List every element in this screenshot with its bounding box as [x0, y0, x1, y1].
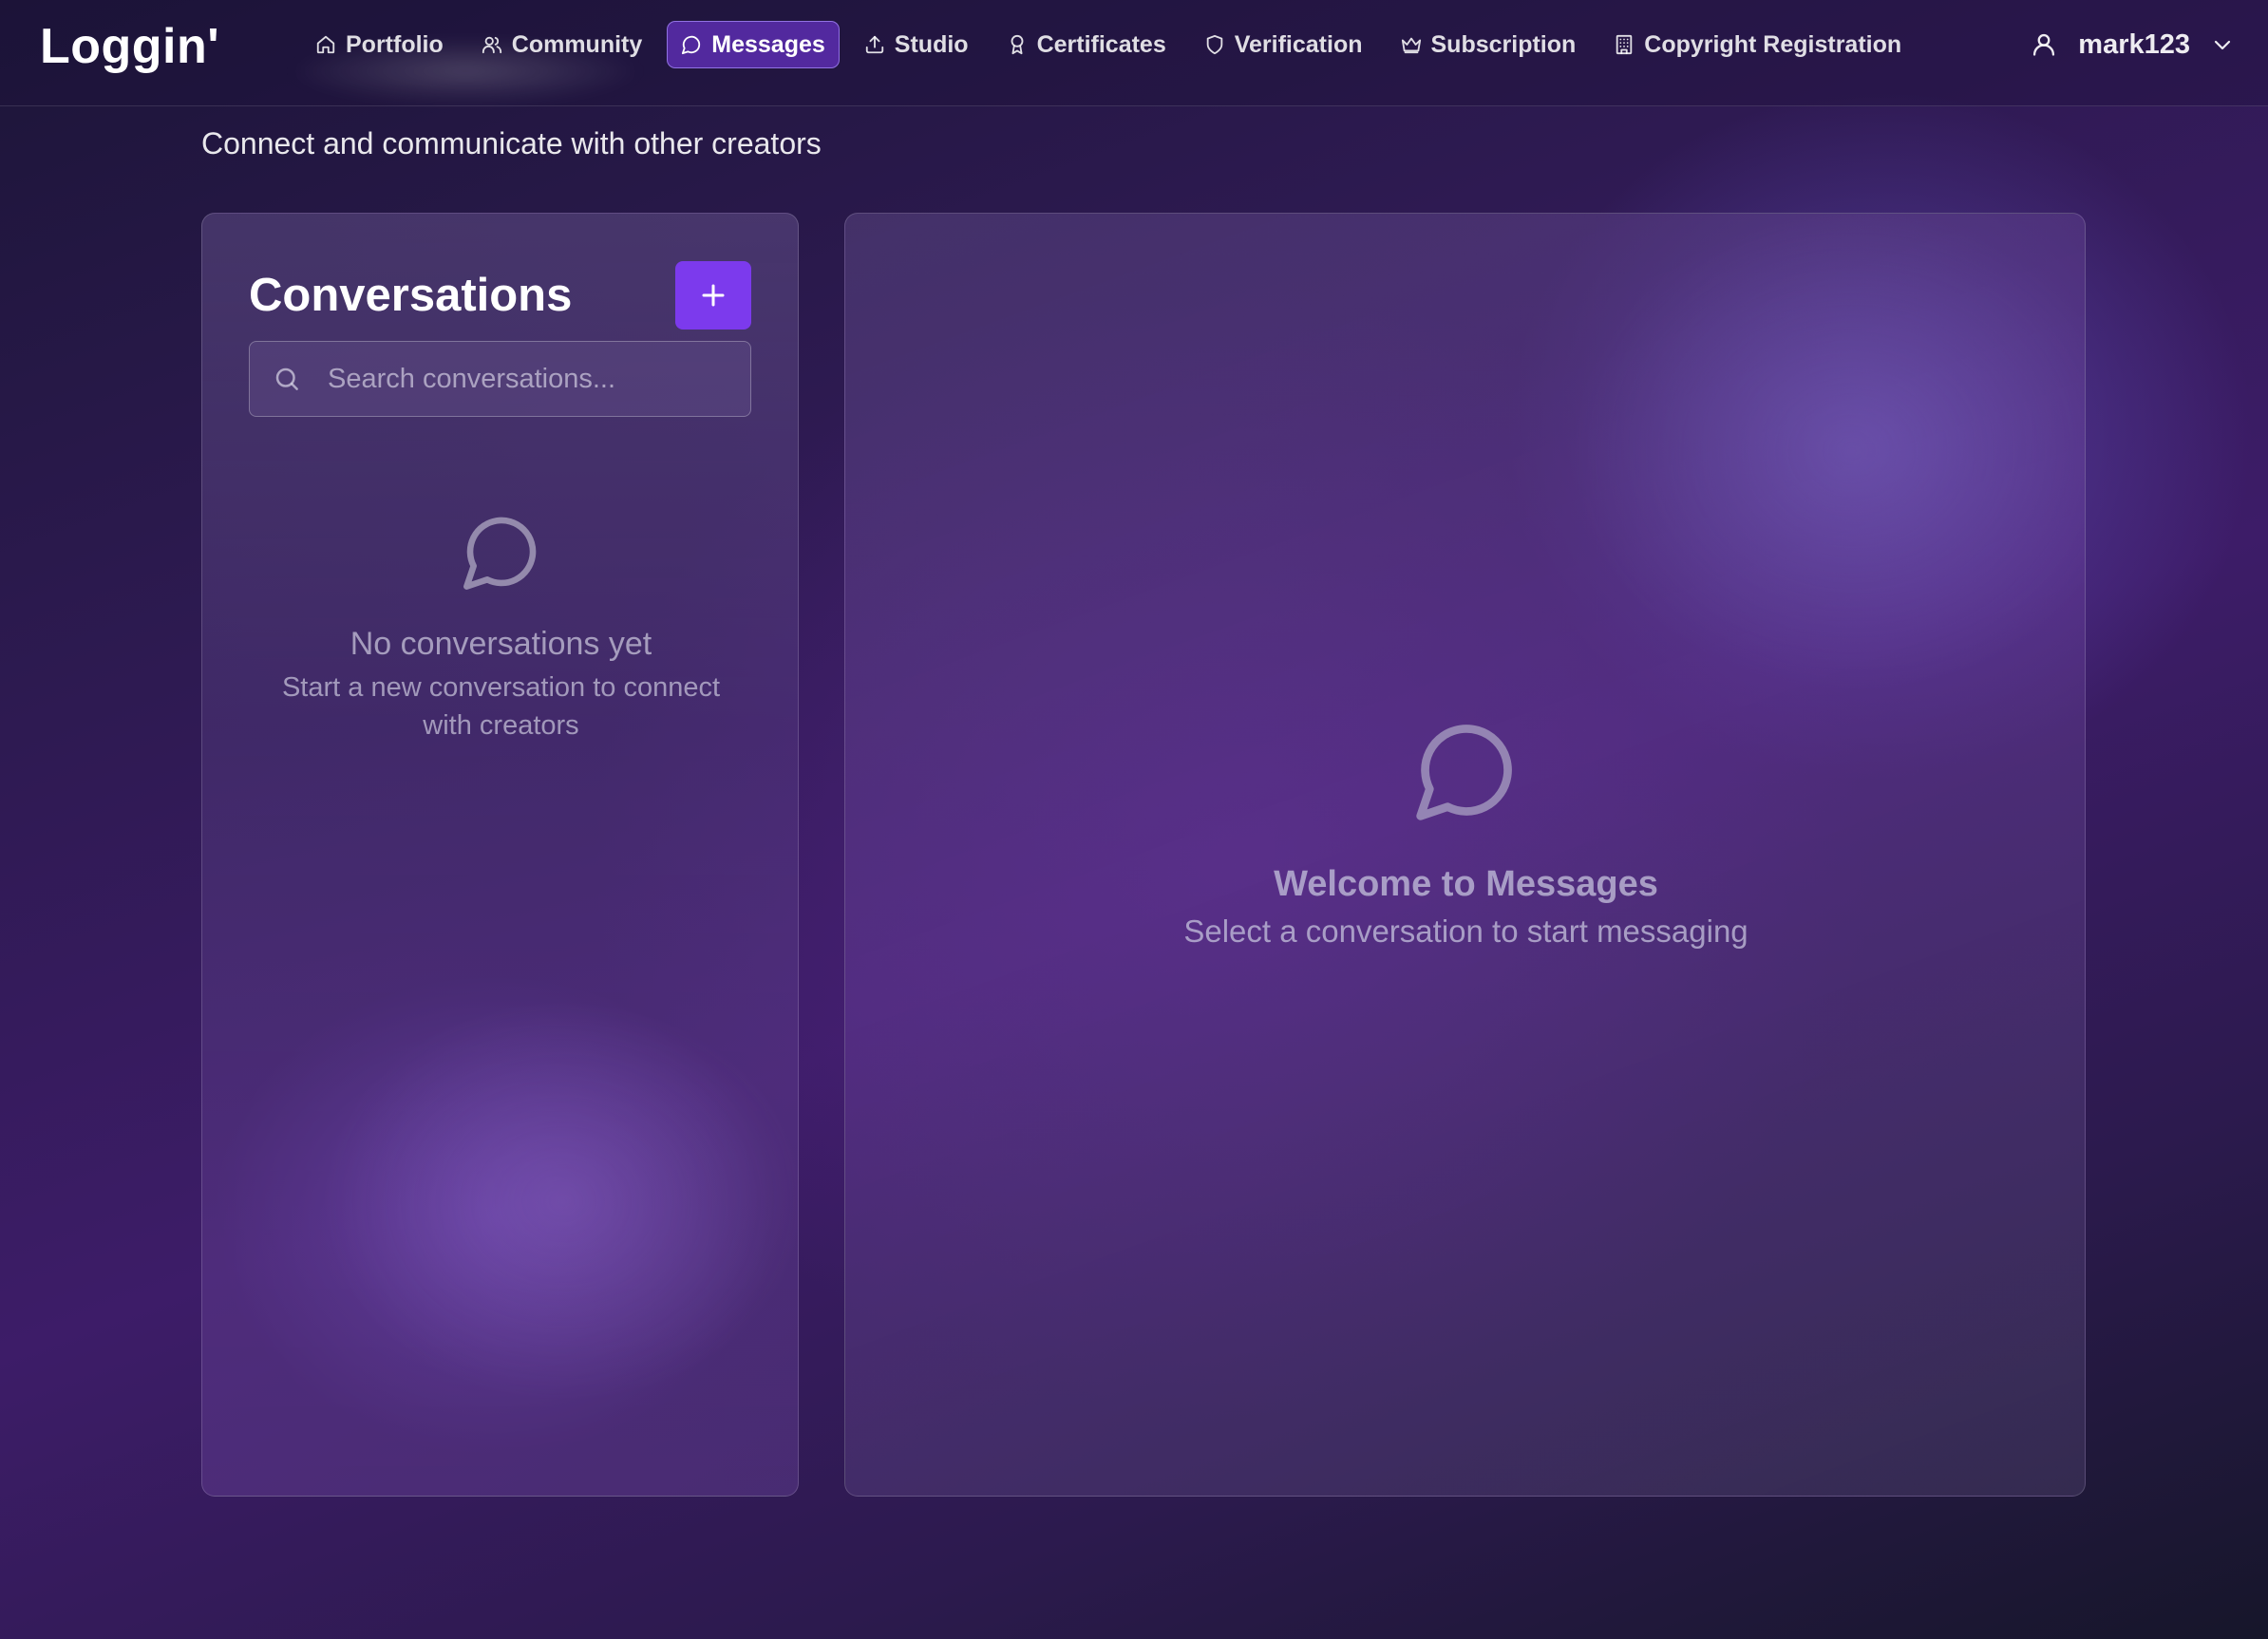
nav-item-community[interactable]: Community [468, 21, 656, 68]
conversations-panel: Conversations No conversations yet Start… [201, 213, 799, 1497]
chat-welcome-state: Welcome to Messages Select a conversatio… [845, 715, 2085, 953]
award-icon [1011, 34, 1023, 55]
nav-item-certificates[interactable]: Certificates [993, 21, 1180, 68]
message-circle-icon [1415, 725, 1512, 820]
nav-item-verification[interactable]: Verification [1191, 21, 1376, 68]
message-circle-icon [682, 35, 701, 55]
conversations-title: Conversations [249, 270, 573, 321]
nav-item-label: Certificates [1036, 30, 1166, 58]
username: mark123 [2078, 28, 2190, 60]
nav-item-label: Verification [1234, 30, 1363, 58]
main-nav: Portfolio Community Messages Studio Cert… [302, 21, 1926, 68]
user-menu[interactable]: mark123 [2031, 21, 2234, 68]
nav-item-label: Copyright Registration [1644, 30, 1902, 58]
app-logo[interactable]: Loggin' [40, 13, 219, 80]
upload-icon [865, 35, 883, 54]
nav-item-subscription[interactable]: Subscription [1388, 21, 1590, 68]
top-navbar: Loggin' Portfolio Community Messages Stu… [0, 0, 2268, 106]
shield-icon [1206, 34, 1222, 55]
user-icon [2033, 33, 2055, 56]
search-input[interactable] [326, 342, 738, 416]
chevron-down-icon[interactable] [2211, 33, 2234, 56]
nav-item-portfolio[interactable]: Portfolio [302, 21, 457, 68]
home-icon [316, 35, 335, 54]
chat-panel: Welcome to Messages Select a conversatio… [844, 213, 2086, 1497]
message-circle-icon [463, 517, 536, 590]
building-icon [1616, 34, 1633, 55]
nav-item-label: Portfolio [346, 30, 444, 58]
nav-item-studio[interactable]: Studio [851, 21, 982, 68]
empty-state-title: No conversations yet [350, 626, 652, 662]
search-icon [275, 367, 298, 390]
welcome-subtitle: Select a conversation to start messaging [1183, 914, 1748, 949]
users-icon [482, 36, 501, 54]
page-subtitle: Connect and communicate with other creat… [201, 126, 822, 160]
search-box [249, 341, 751, 417]
new-conversation-button[interactable] [675, 261, 751, 330]
nav-item-messages[interactable]: Messages [667, 21, 840, 68]
nav-item-label: Messages [711, 30, 825, 58]
nav-item-label: Community [511, 30, 643, 58]
plus-icon [702, 284, 725, 307]
nav-item-copyright-registration[interactable]: Copyright Registration [1600, 21, 1915, 68]
empty-state-subtitle: Start a new conversation to connect with… [281, 672, 721, 741]
welcome-title: Welcome to Messages [1274, 864, 1658, 904]
nav-item-label: Studio [894, 30, 969, 58]
conversations-empty-state: No conversations yet Start a new convers… [202, 510, 798, 744]
crown-icon [1401, 37, 1421, 54]
nav-item-label: Subscription [1430, 30, 1577, 58]
